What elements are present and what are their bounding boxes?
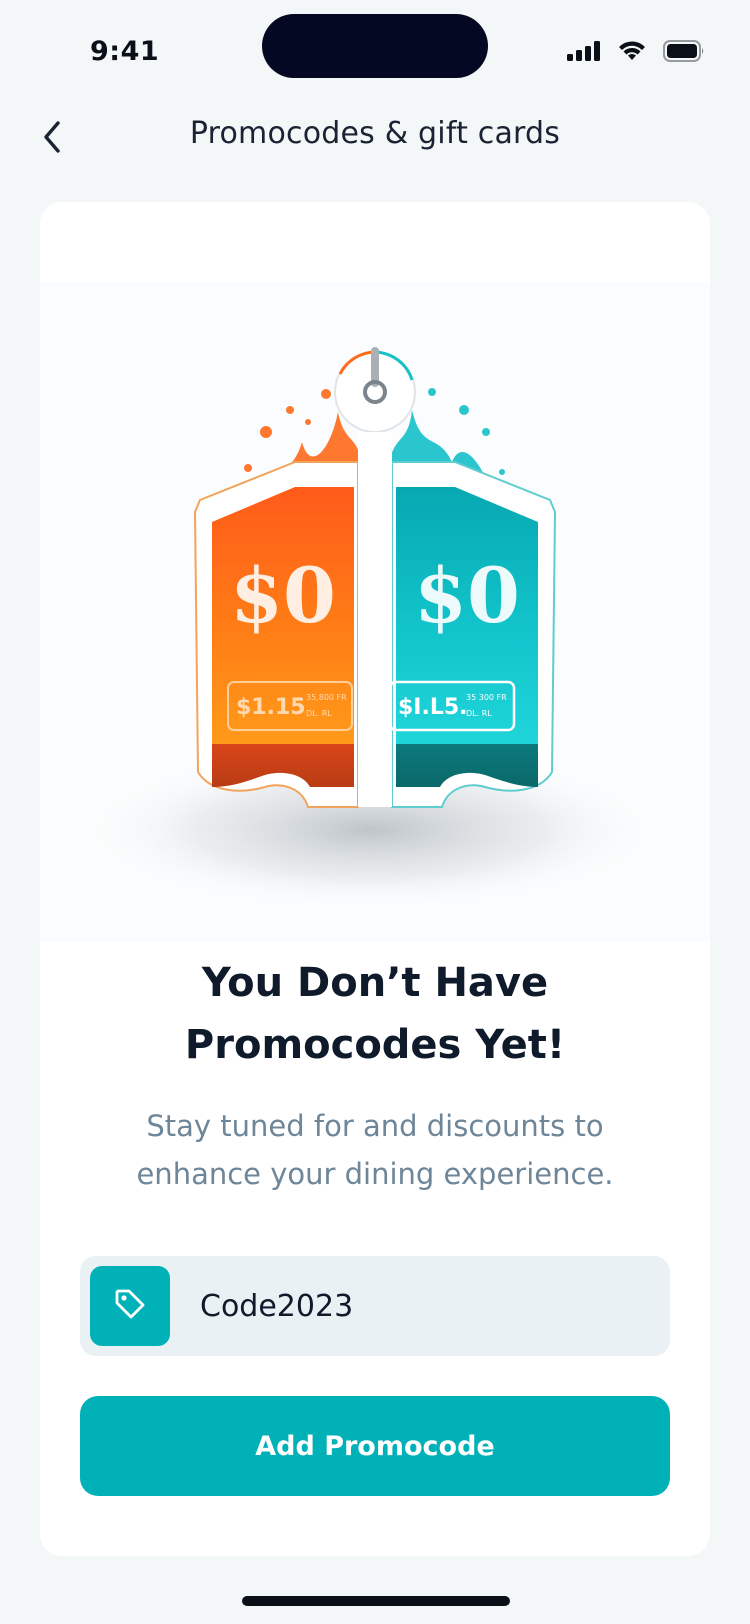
status-time: 9:41	[90, 36, 160, 67]
status-bar: 9:41	[0, 0, 750, 100]
tag-icon	[113, 1287, 147, 1325]
cellular-signal-icon	[567, 41, 601, 65]
left-tag-fine-1: 35,800 FR	[306, 693, 347, 702]
left-tag-price: $1.15	[236, 695, 306, 720]
gift-tag-illustration: $0 $0 $1.15 35,800 FR DL. RL $I.L5. 35 3…	[40, 282, 710, 942]
empty-state-subtext: Stay tuned for and discounts to enhance …	[80, 1102, 670, 1198]
right-tag-price: $I.L5.	[398, 695, 468, 720]
subtext-line-1: Stay tuned for and discounts to	[146, 1109, 604, 1143]
promocode-icon-box	[90, 1266, 170, 1346]
right-tag-amount: $0	[414, 551, 520, 640]
wifi-icon	[617, 40, 647, 66]
header: Promocodes & gift cards	[0, 100, 750, 180]
promocode-field	[80, 1256, 670, 1356]
headline-line-1: You Don’t Have	[201, 960, 549, 1006]
battery-icon	[663, 40, 705, 66]
page-title: Promocodes & gift cards	[189, 116, 561, 151]
empty-state-headline: You Don’t Have Promocodes Yet!	[60, 952, 690, 1076]
promocode-input[interactable]	[198, 1275, 642, 1337]
status-icons	[567, 40, 705, 66]
dynamic-island	[262, 14, 488, 78]
right-tag-fine-2: DL. RL	[466, 709, 492, 718]
left-tag-amount: $0	[230, 551, 336, 640]
headline-line-2: Promocodes Yet!	[184, 1022, 566, 1068]
add-promocode-button[interactable]: Add Promocode	[80, 1396, 670, 1496]
subtext-line-2: enhance your dining experience.	[136, 1157, 614, 1191]
home-indicator	[242, 1596, 510, 1606]
promocode-card: $0 $0 $1.15 35,800 FR DL. RL $I.L5. 35 3…	[40, 202, 710, 1556]
right-tag-fine-1: 35 300 FR	[466, 693, 507, 702]
left-tag-fine-2: DL. RL	[306, 709, 332, 718]
